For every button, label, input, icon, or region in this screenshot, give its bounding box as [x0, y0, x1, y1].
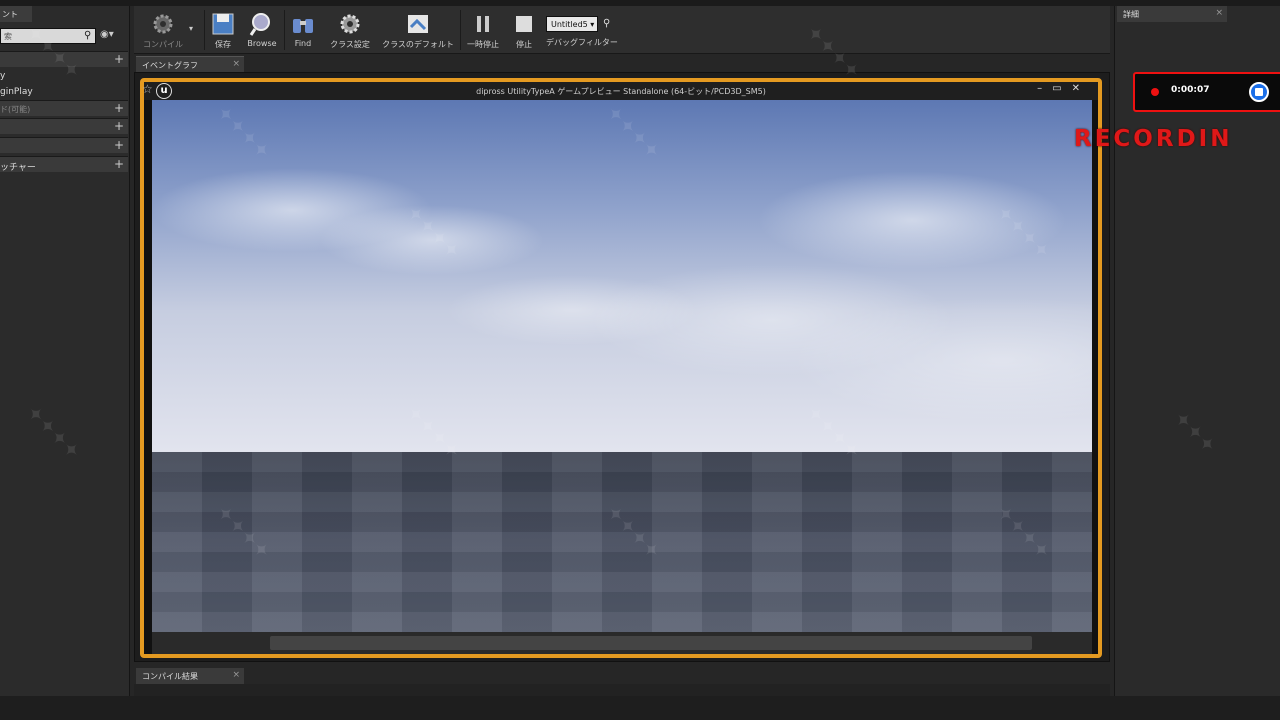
graphs-section-header[interactable]: + — [0, 51, 128, 67]
debug-object-select[interactable]: Untitled5 ▾ — [546, 16, 598, 32]
add-icon[interactable]: + — [114, 119, 124, 133]
game-viewport[interactable] — [152, 100, 1092, 632]
find-binoculars-icon — [293, 19, 313, 33]
compile-options-chevron-icon[interactable]: ▾ — [189, 24, 193, 33]
recording-widget: 0:00:07 — [1133, 72, 1280, 112]
add-icon[interactable]: + — [114, 157, 124, 171]
macros-section-header[interactable]: + — [0, 118, 128, 134]
details-tab-label: 詳細 — [1123, 10, 1139, 19]
my-blueprint-tab[interactable]: ント — [0, 6, 32, 22]
event-graph-tab-label: イベントグラフ — [142, 61, 198, 70]
my-blueprint-panel: ント 索 ⚲ ◉▾ + y ginPlay ド(可能) + + + ッチャー + — [0, 6, 130, 696]
class-defaults-icon — [408, 15, 428, 33]
left-search-input[interactable]: 索 — [0, 28, 96, 44]
browse-magnifier-icon — [249, 13, 270, 36]
view-options-icon[interactable]: ◉▾ — [100, 29, 114, 40]
event-beginplay-item[interactable]: ginPlay — [0, 84, 128, 100]
class-defaults-button[interactable]: クラスのデフォルト — [380, 6, 456, 54]
toolbar-separator — [284, 10, 285, 50]
compile-button[interactable]: コンパイル — [138, 6, 188, 54]
close-icon[interactable]: × — [232, 670, 240, 680]
pause-label: 一時停止 — [467, 40, 499, 49]
class-settings-gear-icon — [340, 14, 360, 34]
blueprint-toolbar: コンパイル ▾ 保存 Browse Find クラス設定 クラスのデフォルト 一… — [134, 6, 1110, 54]
tab-event-graph[interactable]: イベントグラフ × — [136, 56, 244, 72]
find-label: Find — [294, 39, 312, 48]
save-icon — [212, 13, 234, 35]
preview-window-title: dipross UtilityTypeA ゲームプレビュー Standalone… — [476, 87, 766, 96]
pause-icon — [477, 16, 489, 32]
maximize-icon[interactable]: ▭ — [1052, 83, 1071, 94]
class-settings-button[interactable]: クラス設定 — [324, 6, 376, 54]
browse-button[interactable]: Browse — [242, 6, 282, 54]
preview-title-bar[interactable]: ☆ u dipross UtilityTypeA ゲームプレビュー Standa… — [142, 82, 1098, 100]
toolbar-separator — [204, 10, 205, 50]
add-icon[interactable]: + — [114, 52, 124, 66]
stop-button[interactable]: 停止 — [506, 6, 542, 54]
unreal-logo-icon: u — [156, 83, 172, 99]
variables-section-header[interactable]: + — [0, 137, 128, 153]
functions-section-label: ド(可能) — [0, 105, 31, 114]
add-icon[interactable]: + — [114, 101, 124, 115]
debug-search-icon[interactable]: ⚲ — [603, 18, 610, 29]
compile-results-tab-label: コンパイル結果 — [142, 672, 198, 681]
compile-gear-icon — [153, 14, 173, 34]
close-icon[interactable]: × — [1215, 8, 1223, 18]
status-bar — [0, 696, 1280, 720]
class-settings-label: クラス設定 — [330, 40, 370, 49]
event-dispatchers-section-header[interactable]: ッチャー + — [0, 156, 128, 172]
stop-recording-button[interactable] — [1249, 82, 1269, 102]
graph-item[interactable]: y — [0, 68, 128, 84]
sky-backdrop — [152, 100, 1092, 452]
horizontal-scrollbar[interactable] — [270, 636, 1032, 650]
recording-dot-icon — [1151, 88, 1159, 96]
minimize-icon[interactable]: – — [1037, 83, 1052, 94]
functions-section-header[interactable]: ド(可能) + — [0, 100, 128, 116]
compile-label: コンパイル — [143, 40, 183, 49]
favorite-star-icon: ☆ — [142, 82, 153, 96]
find-button[interactable]: Find — [286, 6, 320, 54]
pause-button[interactable]: 一時停止 — [464, 6, 502, 54]
recording-timer: 0:00:07 — [1171, 85, 1210, 95]
editor-root: ント 索 ⚲ ◉▾ + y ginPlay ド(可能) + + + ッチャー + コ… — [0, 0, 1280, 720]
debug-filter-label: デバッグフィルター — [546, 38, 618, 47]
stop-label: 停止 — [516, 40, 532, 49]
preview-bottom-bar — [152, 632, 1092, 654]
toolbar-separator — [460, 10, 461, 50]
class-defaults-label: クラスのデフォルト — [382, 40, 454, 49]
window-controls: –▭✕ — [1037, 83, 1090, 94]
save-button[interactable]: 保存 — [208, 6, 238, 54]
debug-object-value: Untitled5 — [551, 20, 588, 29]
game-preview-window: ☆ u dipross UtilityTypeA ゲームプレビュー Standa… — [140, 78, 1102, 658]
tab-details[interactable]: 詳細 × — [1117, 6, 1227, 22]
save-label: 保存 — [215, 40, 231, 49]
close-icon[interactable]: ✕ — [1072, 83, 1090, 94]
add-icon[interactable]: + — [114, 138, 124, 152]
tab-compile-results[interactable]: コンパイル結果 × — [136, 668, 244, 684]
browse-label: Browse — [247, 39, 277, 48]
close-icon[interactable]: × — [232, 59, 240, 69]
search-icon[interactable]: ⚲ — [84, 30, 91, 41]
stop-icon — [516, 16, 532, 32]
event-dispatchers-label: ッチャー — [0, 163, 36, 172]
checkered-ground-plane — [152, 452, 1092, 632]
compile-results-panel — [134, 684, 1110, 696]
recording-label: RECORDIN — [1074, 126, 1233, 152]
